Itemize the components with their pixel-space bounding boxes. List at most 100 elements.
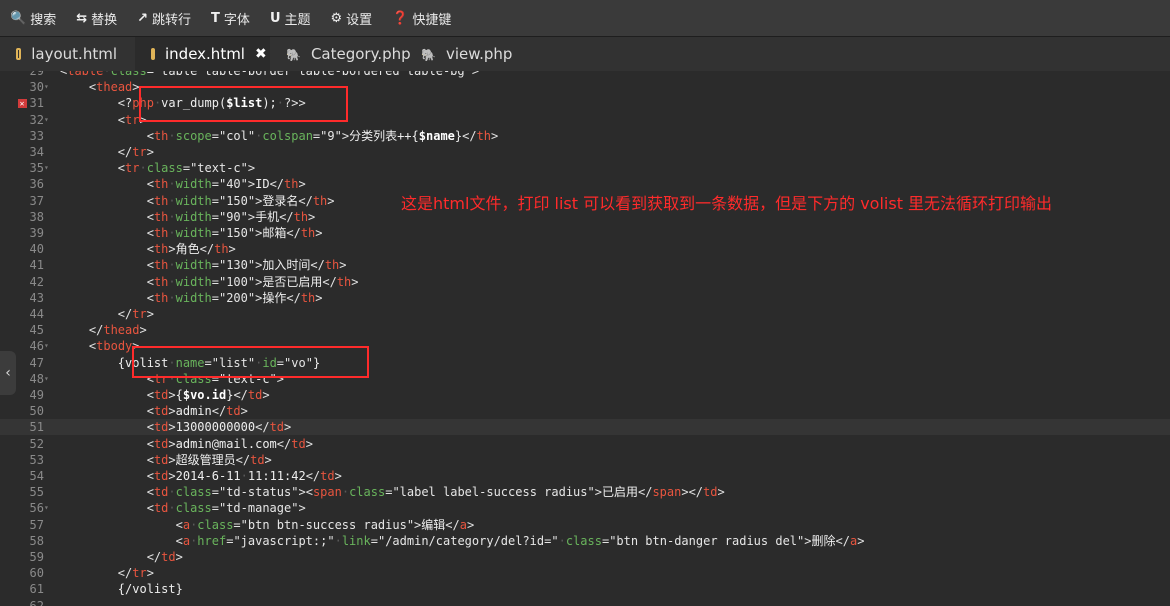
code-line[interactable]: 59 </td> [0, 549, 1170, 565]
code-line[interactable]: 33 <th·scope="col"·colspan="9">分类列表++{$n… [0, 128, 1170, 144]
code-line[interactable]: 34 </tr> [0, 144, 1170, 160]
toolbar-font-button[interactable]: T 字体 [201, 0, 260, 36]
code-text: <td>admin</td> [146, 404, 248, 419]
search-icon: 🔍 [10, 10, 27, 26]
code-line[interactable]: 50 <td>admin</td> [0, 403, 1170, 419]
line-number: 52 [29, 436, 44, 451]
line-number: 62 [29, 598, 44, 606]
php-file-icon: 🐘 [421, 48, 436, 62]
code-line[interactable]: 40 <th>角色</th> [0, 241, 1170, 257]
fold-arrow-icon[interactable]: ▾ [44, 112, 54, 128]
line-number: 41 [29, 258, 44, 273]
html-file-icon [151, 48, 155, 60]
replace-icon: ⇆ [76, 10, 88, 26]
line-number: 35 [29, 161, 44, 176]
toolbar-help-button[interactable]: ❓ 快捷键 [382, 0, 461, 36]
code-text: <tr·class="text-c"> [117, 161, 256, 176]
editor-toolbar: 🔍 搜索 ⇆ 替换 ↗ 跳转行 T 字体 U 主题 ⚙ 设置 ❓ 快捷键 [0, 0, 1170, 37]
code-text: </thead> [88, 323, 147, 338]
code-text: <th·width="90">手机</th> [146, 209, 316, 224]
code-line[interactable]: 43 <th·width="200">操作</th> [0, 290, 1170, 306]
tab-label: index.html [165, 45, 245, 63]
line-number: 32 [29, 112, 44, 127]
code-line[interactable]: 49 <td>{$vo.id}</td> [0, 387, 1170, 403]
line-number: 39 [29, 226, 44, 240]
toolbar-gear-button[interactable]: ⚙ 设置 [321, 0, 383, 36]
line-number: 37 [29, 193, 44, 208]
code-text: <tbody> [88, 339, 140, 354]
tab-layout-html[interactable]: layout.html [0, 37, 135, 71]
line-number: 53 [29, 452, 44, 467]
fold-arrow-icon[interactable]: ▾ [44, 160, 54, 176]
line-number: 49 [29, 388, 44, 402]
close-tab-icon[interactable]: ✖ [255, 46, 267, 62]
line-number: 59 [29, 550, 44, 564]
help-icon: ❓ [392, 10, 409, 26]
code-line[interactable]: 55 <td·class="td-status"><span·class="la… [0, 484, 1170, 500]
fold-arrow-icon[interactable]: ▾ [44, 79, 54, 95]
code-text: </tr> [117, 307, 154, 321]
code-line[interactable]: 44 </tr> [0, 306, 1170, 322]
fold-arrow-icon[interactable]: ▾ [44, 338, 54, 354]
line-number: 57 [29, 517, 44, 532]
code-line[interactable]: 57 <a·class="btn btn-success radius">编辑<… [0, 517, 1170, 533]
line-number: 44 [29, 307, 44, 321]
line-number: 51 [29, 420, 44, 435]
tab-index-html[interactable]: index.html ✖ [135, 37, 270, 71]
line-number: 58 [29, 533, 44, 548]
code-line[interactable]: 54 <td>2014-6-11·11:11:42</td> [0, 468, 1170, 484]
code-editor[interactable]: ‹ 29 <table·class="table table-border tab… [0, 71, 1170, 606]
tab-label: layout.html [31, 45, 117, 63]
code-line[interactable]: 53 <td>超级管理员</td> [0, 452, 1170, 468]
line-number: 55 [29, 485, 44, 500]
code-text: <th·scope="col"·colspan="9">分类列表++{$name… [146, 128, 499, 143]
line-number: 50 [29, 404, 44, 419]
file-tab-bar: layout.html index.html ✖ 🐘 Category.php 🐘 view… [0, 37, 1170, 71]
code-text: <th·width="100">是否已启用</th> [146, 274, 359, 289]
theme-icon: U [269, 10, 281, 26]
code-text: <td·class="td-manage"> [146, 501, 306, 516]
code-line[interactable]: 60 </tr> [0, 565, 1170, 581]
code-text: <th>角色</th> [146, 242, 236, 257]
code-text: <th·width="130">加入时间</th> [146, 258, 347, 273]
code-line[interactable]: 35 ▾ <tr·class="text-c"> [0, 160, 1170, 176]
php-file-icon: 🐘 [286, 48, 301, 62]
tab-category-php[interactable]: 🐘 Category.php [270, 37, 411, 71]
code-line[interactable]: 39 <th·width="150">邮箱</th> [0, 225, 1170, 241]
toolbar-label: 跳转行 [152, 12, 192, 28]
code-line[interactable]: 41 <th·width="130">加入时间</th> [0, 257, 1170, 273]
code-line[interactable]: 62 [0, 598, 1170, 606]
code-text: </td> [146, 550, 183, 564]
line-number: 36 [29, 177, 44, 192]
font-icon: T [211, 10, 220, 26]
code-line[interactable]: 42 <th·width="100">是否已启用</th> [0, 274, 1170, 290]
fold-arrow-icon[interactable]: ▾ [44, 500, 54, 516]
tab-label: view.php [445, 45, 513, 63]
tab-view-php[interactable]: 🐘 view.php [405, 37, 540, 71]
highlight-box-var-dump [139, 86, 348, 122]
error-marker-icon: ✕ [17, 99, 27, 109]
code-text: <th·width="150">登录名</th> [146, 193, 335, 208]
tab-label: Category.php [310, 45, 411, 63]
fold-arrow-icon[interactable]: ▾ [44, 371, 54, 387]
code-text: <thead> [88, 80, 140, 95]
toolbar-goto-line-button[interactable]: ↗ 跳转行 [127, 0, 201, 36]
toolbar-label: 搜索 [30, 12, 57, 28]
code-line[interactable]: 61 {/volist} [0, 581, 1170, 597]
code-line[interactable]: 51 <td>13000000000</td> [0, 419, 1170, 436]
line-number: 45 [29, 323, 44, 338]
code-text: <td>{$vo.id}</td> [146, 388, 270, 402]
toolbar-replace-button[interactable]: ⇆ 替换 [66, 0, 127, 36]
code-line[interactable]: 58 <a·href="javascript:;"·link="/admin/c… [0, 533, 1170, 549]
line-number: 46 [29, 339, 44, 354]
code-line[interactable]: 45 </thead> [0, 322, 1170, 338]
code-line[interactable]: 29 <table·class="table table-border table… [0, 71, 1170, 79]
code-text: <td>超级管理员</td> [146, 452, 272, 467]
toolbar-search-button[interactable]: 🔍 搜索 [0, 0, 66, 36]
code-line[interactable]: 56 ▾ <td·class="td-manage"> [0, 500, 1170, 516]
code-text: <table·class="table table-border table-b… [60, 71, 480, 78]
toolbar-theme-button[interactable]: U 主题 [260, 0, 321, 36]
code-line[interactable]: 52 <td>admin@mail.com</td> [0, 436, 1170, 452]
code-line[interactable]: 36 <th·width="40">ID</th> [0, 176, 1170, 192]
highlight-box-volist [132, 346, 369, 378]
